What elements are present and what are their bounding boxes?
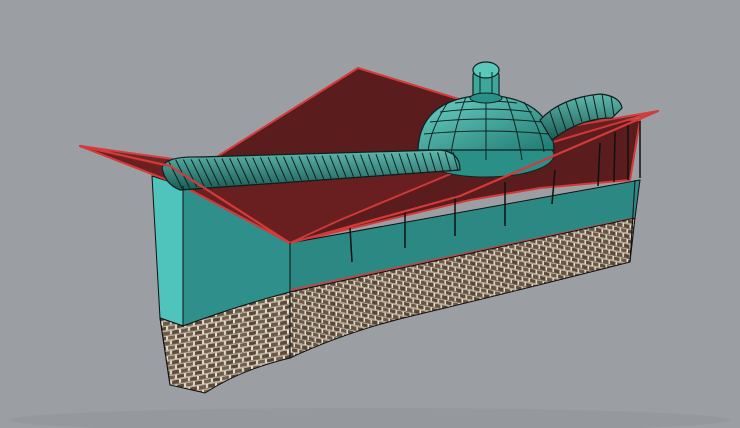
wall-left-facade xyxy=(151,175,184,327)
3d-viewport[interactable] xyxy=(0,0,740,428)
3d-model-render xyxy=(10,61,730,428)
ground-shadow xyxy=(10,408,730,428)
